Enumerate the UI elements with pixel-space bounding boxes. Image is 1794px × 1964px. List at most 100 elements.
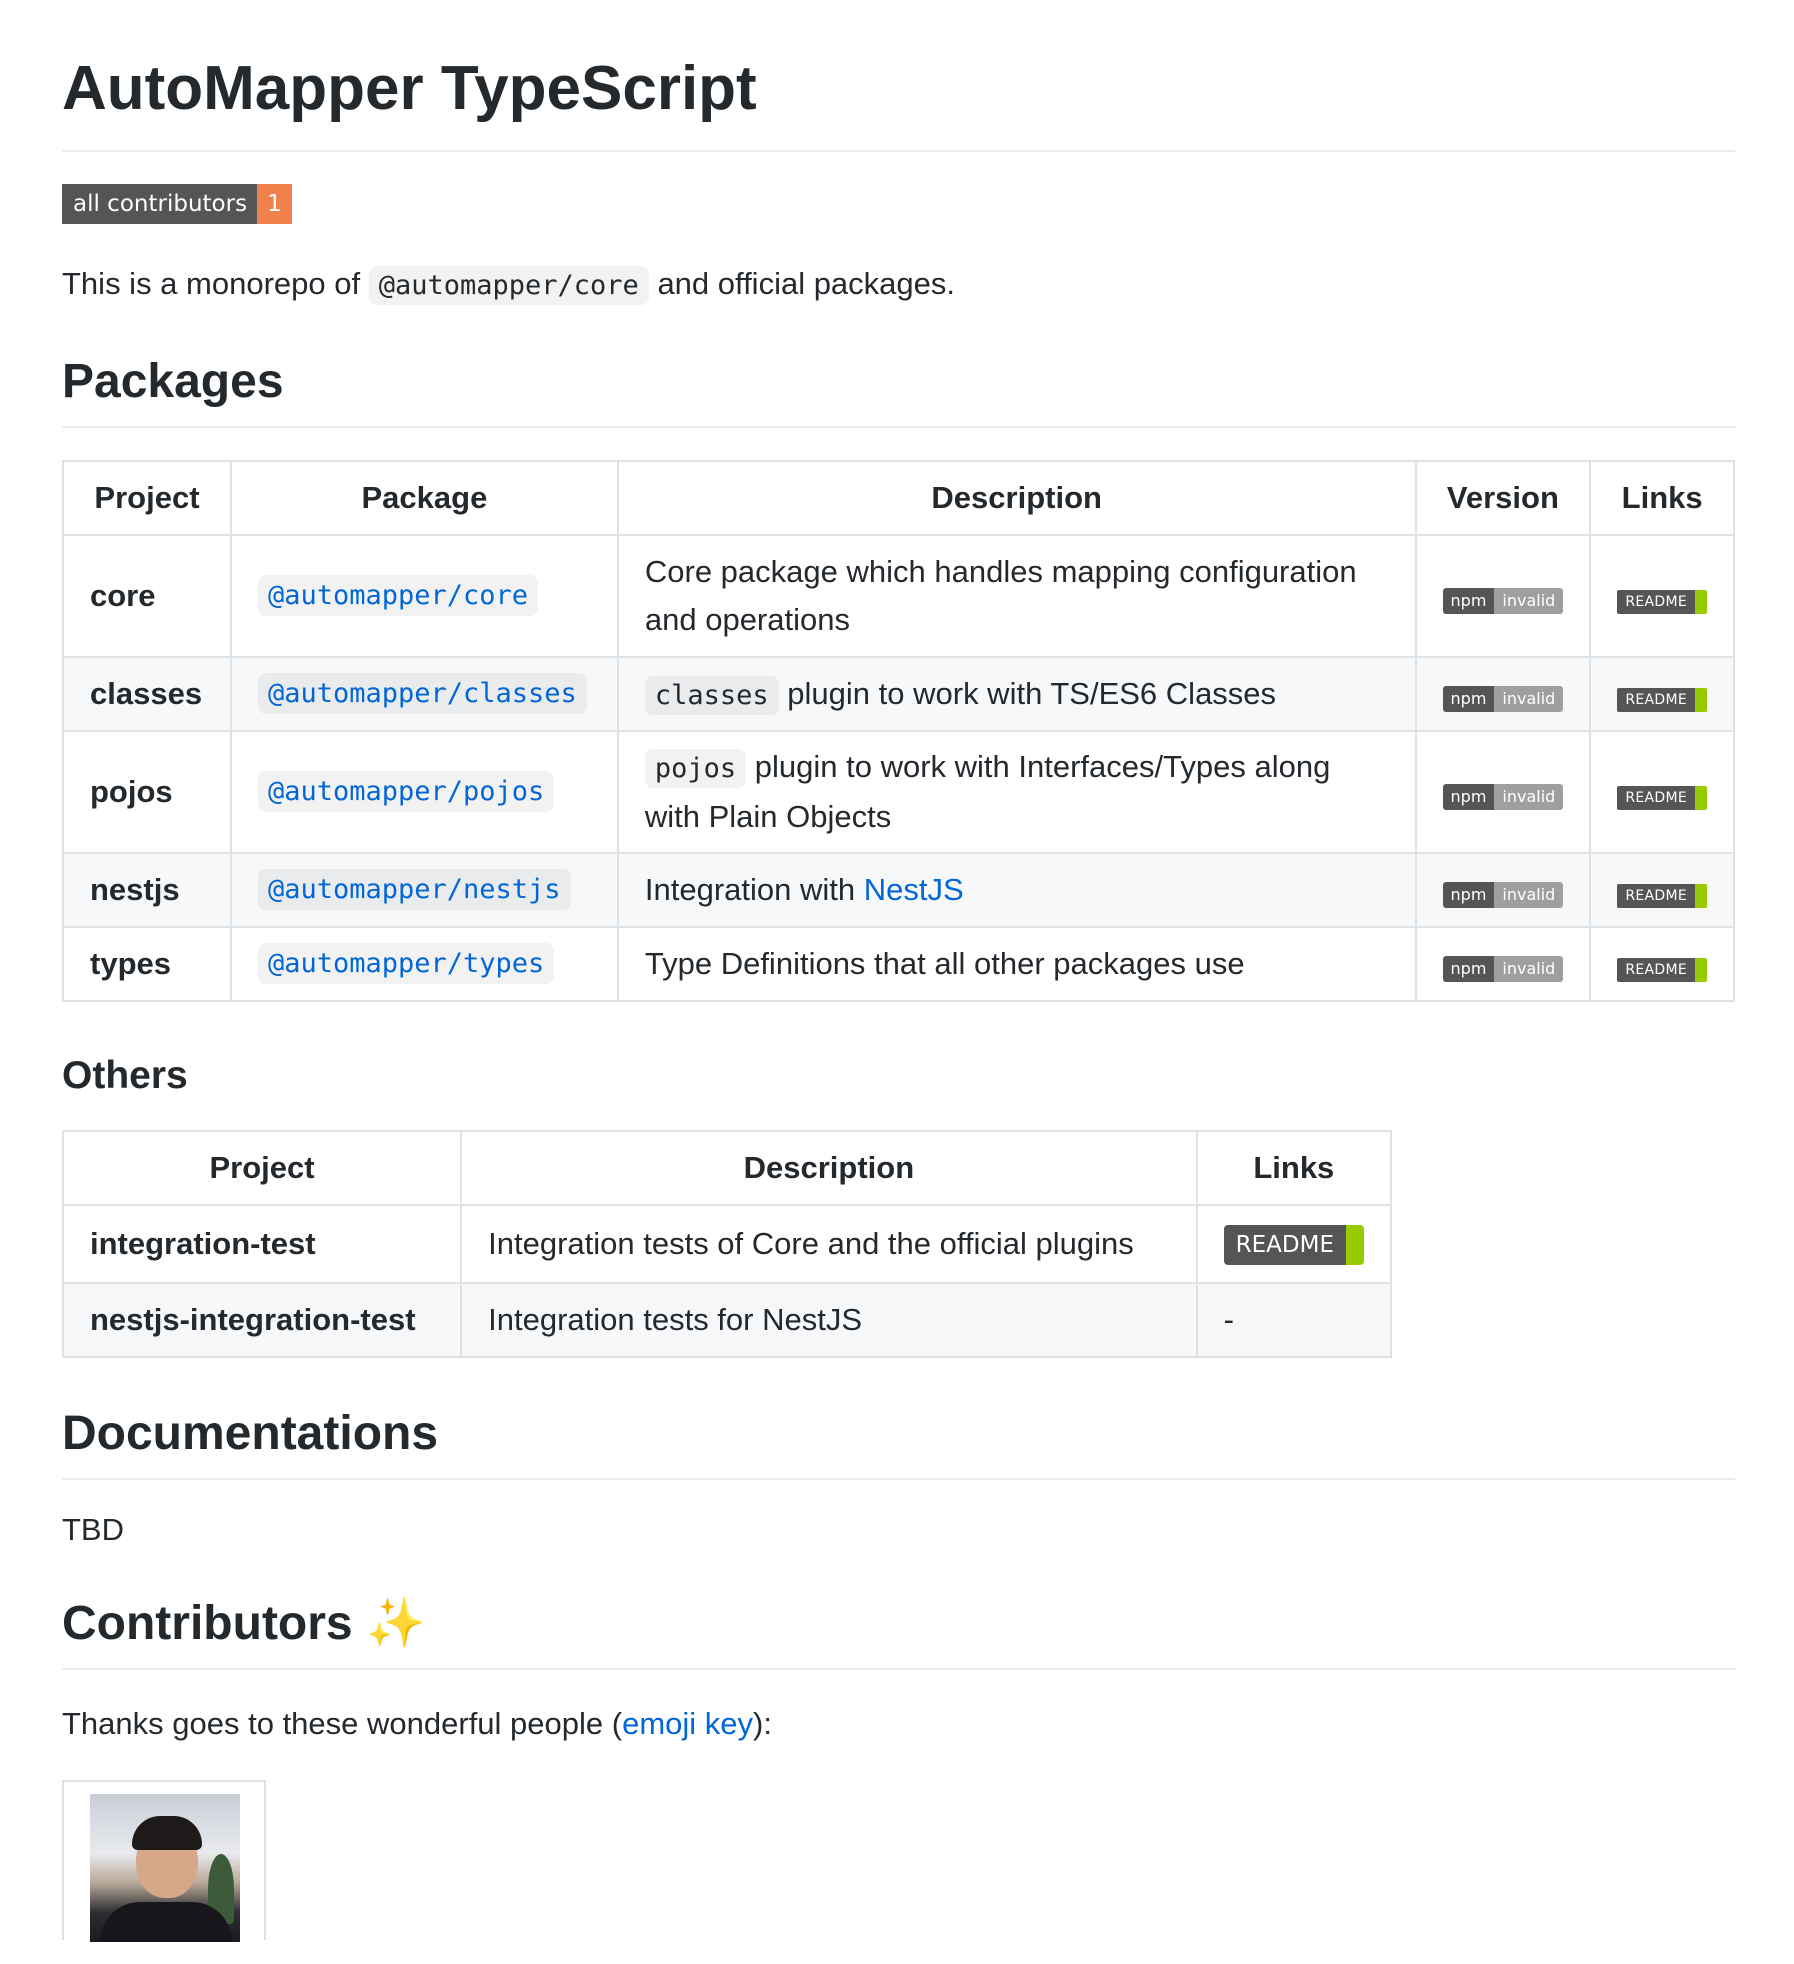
readme-badge-label: README	[1617, 785, 1695, 810]
cell-project: integration-test	[61, 1204, 463, 1285]
readme-badge-color	[1694, 883, 1707, 908]
readme-badge-color	[1694, 785, 1707, 810]
readme-badge[interactable]: README	[1617, 785, 1707, 810]
cell-package: @automapper/pojos	[229, 729, 619, 854]
cell-version: npm invalid	[1414, 925, 1592, 1002]
cell-version: npm invalid	[1414, 655, 1592, 732]
thanks-prefix: Thanks goes to these wonderful people (	[62, 1706, 623, 1742]
readme-badge[interactable]: README	[1617, 957, 1707, 982]
package-link[interactable]: @automapper/core	[257, 575, 539, 617]
cell-links: -	[1195, 1282, 1393, 1359]
package-link[interactable]: @automapper/pojos	[257, 771, 555, 813]
avatar-hair	[132, 1816, 202, 1851]
emoji-key-link[interactable]: emoji key	[622, 1706, 753, 1741]
badge-label: all contributors	[62, 183, 258, 224]
description-text: plugin to work with Interfaces/Types alo…	[644, 748, 1331, 834]
cell-links: README	[1589, 655, 1735, 732]
intro-suffix: and official packages.	[657, 265, 956, 301]
cell-package: @automapper/types	[229, 925, 619, 1002]
others-heading: Others	[62, 1053, 188, 1097]
package-link[interactable]: @automapper/nestjs	[257, 869, 571, 911]
readme-badge-color	[1694, 957, 1707, 982]
cell-version: npm invalid	[1414, 729, 1592, 854]
description-code: classes	[644, 675, 779, 715]
sparkles-icon: ✨	[365, 1597, 426, 1651]
intro-prefix: This is a monorepo of	[62, 265, 361, 301]
thanks-suffix: ):	[753, 1706, 772, 1742]
npm-badge-right: invalid	[1494, 955, 1564, 982]
npm-badge-right: invalid	[1494, 587, 1564, 614]
cell-links: README	[1589, 729, 1735, 854]
npm-badge-right: invalid	[1494, 783, 1564, 810]
col-header-links: Links	[1195, 1130, 1393, 1207]
table-row: pojos @automapper/pojos pojos plugin to …	[62, 729, 1735, 854]
badge-count: 1	[257, 183, 292, 224]
cell-version: npm invalid	[1414, 851, 1592, 928]
nestjs-link[interactable]: NestJS	[864, 872, 964, 907]
cell-package: @automapper/nestjs	[229, 851, 619, 928]
cell-links: README	[1589, 851, 1735, 928]
cell-description: Type Definitions that all other packages…	[616, 925, 1417, 1002]
avatar-coat	[100, 1902, 232, 1943]
readme-badge[interactable]: README	[1617, 589, 1707, 614]
cell-project: types	[62, 925, 232, 1002]
package-link[interactable]: @automapper/types	[257, 943, 555, 985]
npm-badge-left: npm	[1442, 881, 1495, 908]
npm-badge-left: npm	[1442, 783, 1495, 810]
description-text: Type Definitions that all other packages…	[644, 945, 1245, 981]
npm-version-badge[interactable]: npm invalid	[1442, 685, 1564, 712]
npm-version-badge[interactable]: npm invalid	[1442, 955, 1564, 982]
packages-table: Project Package Description Version Link…	[62, 459, 1735, 1002]
packages-heading: Packages	[62, 352, 1735, 428]
col-header-description: Description	[616, 459, 1417, 536]
readme-badge[interactable]: README	[1617, 687, 1707, 712]
cell-links: README	[1589, 925, 1735, 1002]
cell-package: @automapper/core	[229, 533, 619, 658]
readme-badge-label: README	[1617, 687, 1695, 712]
description-code: pojos	[644, 748, 747, 788]
table-row: integration-test Integration tests of Co…	[61, 1204, 1393, 1285]
cell-links: README	[1195, 1204, 1393, 1285]
readme-badge[interactable]: README	[1223, 1224, 1364, 1265]
readme-badge-label: README	[1617, 883, 1695, 908]
description-text: Integration with	[644, 871, 856, 907]
avatar[interactable]	[90, 1794, 240, 1943]
contributor-cell	[62, 1780, 266, 1943]
package-link[interactable]: @automapper/classes	[257, 673, 587, 715]
table-row: classes @automapper/classes classes plug…	[62, 655, 1735, 732]
cell-description: Integration tests for NestJS	[460, 1282, 1198, 1359]
npm-badge-left: npm	[1442, 685, 1495, 712]
readme-badge[interactable]: README	[1617, 883, 1707, 908]
readme-badge-label: README	[1617, 589, 1695, 614]
cell-package: @automapper/classes	[229, 655, 619, 732]
page-title: AutoMapper TypeScript	[62, 50, 1735, 152]
others-header-row: Project Description Links	[61, 1130, 1393, 1207]
col-header-version: Version	[1414, 459, 1592, 536]
npm-badge-right: invalid	[1494, 881, 1564, 908]
col-header-links: Links	[1589, 459, 1735, 536]
npm-badge-left: npm	[1442, 955, 1495, 982]
cell-description: Core package which handles mapping confi…	[616, 533, 1417, 658]
cell-description: Integration tests of Core and the offici…	[460, 1204, 1198, 1285]
npm-version-badge[interactable]: npm invalid	[1442, 587, 1564, 614]
col-header-description: Description	[460, 1130, 1198, 1207]
cell-project: nestjs	[62, 851, 232, 928]
npm-version-badge[interactable]: npm invalid	[1442, 783, 1564, 810]
documentations-body: TBD	[62, 1512, 124, 1548]
readme-page: AutoMapper TypeScript all contributors 1…	[0, 0, 1794, 1943]
thanks-paragraph: Thanks goes to these wonderful people (e…	[62, 1700, 1735, 1748]
readme-badge-color	[1345, 1224, 1364, 1265]
table-row: types @automapper/types Type Definitions…	[62, 925, 1735, 1002]
cell-project: pojos	[62, 729, 232, 854]
col-header-project: Project	[62, 459, 232, 536]
description-text: Core package which handles mapping confi…	[644, 553, 1357, 637]
documentations-heading: Documentations	[62, 1404, 1735, 1481]
intro-code: @automapper/core	[368, 265, 649, 305]
cell-project: classes	[62, 655, 232, 732]
packages-header-row: Project Package Description Version Link…	[62, 459, 1735, 536]
cell-links: README	[1589, 533, 1735, 658]
npm-version-badge[interactable]: npm invalid	[1442, 881, 1564, 908]
description-text: plugin to work with TS/ES6 Classes	[787, 675, 1277, 711]
cell-description: pojos plugin to work with Interfaces/Typ…	[616, 729, 1417, 854]
all-contributors-badge[interactable]: all contributors 1	[62, 183, 292, 224]
